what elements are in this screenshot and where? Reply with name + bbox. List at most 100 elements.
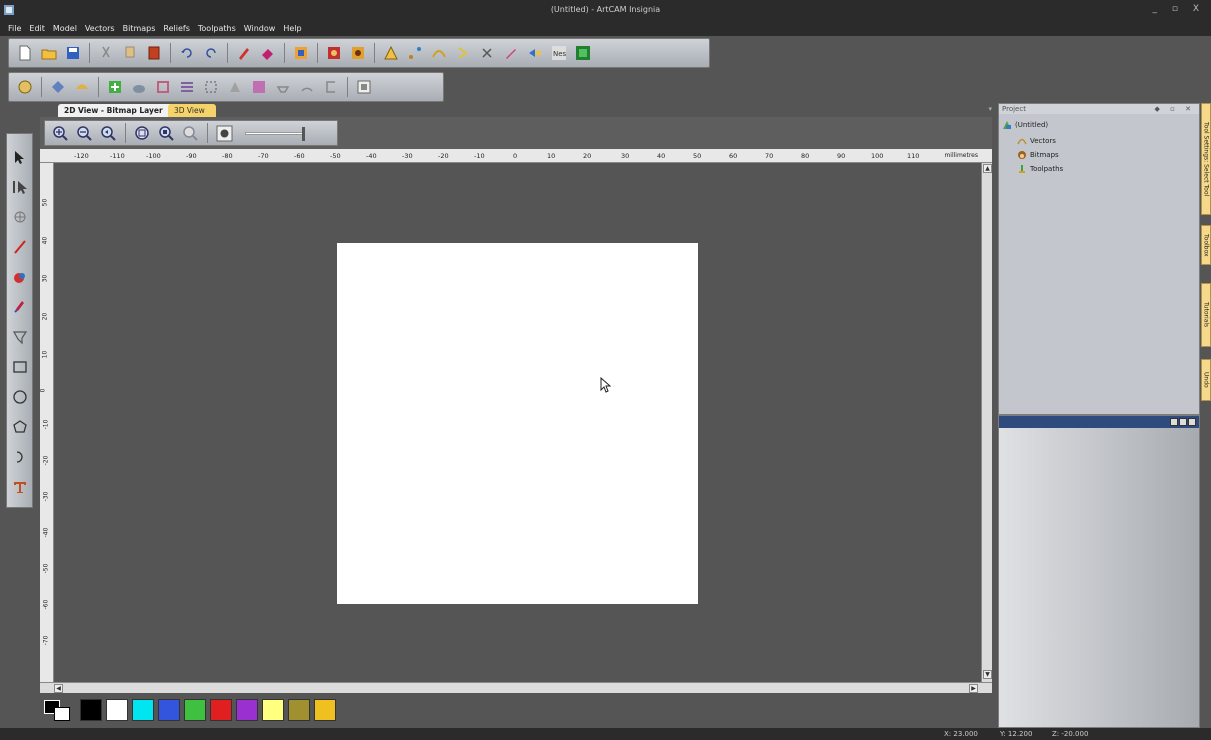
redo-button[interactable] (201, 43, 221, 63)
scroll-down-button[interactable]: ▼ (983, 670, 992, 679)
copy-button[interactable] (120, 43, 140, 63)
scroll-left-button[interactable]: ◀ (54, 684, 63, 693)
palette-swatch[interactable] (158, 699, 180, 721)
relief-tool-4-button[interactable] (105, 77, 125, 97)
wizard-button[interactable] (291, 43, 311, 63)
palette-swatch[interactable] (288, 699, 310, 721)
palette-swatch[interactable] (80, 699, 102, 721)
relief-tool-14-button[interactable] (354, 77, 374, 97)
transform-tool-button[interactable] (9, 206, 31, 228)
project-panel-buttons[interactable]: ◆ ▫ ✕ (1155, 104, 1195, 114)
relief-tool-1-button[interactable] (15, 77, 35, 97)
vector-tool-4-button[interactable] (453, 43, 473, 63)
menu-toolpaths[interactable]: Toolpaths (198, 24, 236, 33)
relief-tool-12-button[interactable] (297, 77, 317, 97)
pencil-tool-button[interactable] (234, 43, 254, 63)
side-tab-undo[interactable]: Undo (1201, 359, 1211, 401)
zoom-in-button[interactable] (51, 124, 70, 143)
relief-tool-7-button[interactable] (177, 77, 197, 97)
panel-pin-button[interactable] (1170, 418, 1178, 426)
brightness-button[interactable] (215, 124, 234, 143)
menu-bitmaps[interactable]: Bitmaps (123, 24, 156, 33)
window-controls[interactable]: _ ▫ X (1153, 4, 1206, 14)
vector-tool-2-button[interactable] (405, 43, 425, 63)
drawing-canvas[interactable] (54, 163, 981, 682)
relief-tool-13-button[interactable] (321, 77, 341, 97)
relief-tool-5-button[interactable] (129, 77, 149, 97)
zoom-out-button[interactable] (75, 124, 94, 143)
scroll-up-button[interactable]: ▲ (983, 164, 992, 173)
line-tool-button[interactable] (9, 236, 31, 258)
open-button[interactable] (39, 43, 59, 63)
paint-tool-button[interactable] (9, 266, 31, 288)
brightness-slider-thumb[interactable] (302, 126, 305, 141)
eraser-tool-button[interactable] (258, 43, 278, 63)
tree-root[interactable]: (Untitled) (1002, 120, 1048, 130)
node-edit-tool-button[interactable] (9, 176, 31, 198)
scroll-right-button[interactable]: ▶ (969, 684, 978, 693)
menu-file[interactable]: File (8, 24, 21, 33)
zoom-selection-button[interactable] (181, 124, 200, 143)
side-tab-tutorials[interactable]: Tutorials (1201, 283, 1211, 347)
brightness-slider[interactable] (245, 126, 305, 141)
vector-tool-button[interactable] (381, 43, 401, 63)
tab-3d-view[interactable]: 3D View (168, 104, 216, 117)
side-tab-tool-settings[interactable]: Tool Settings: Select Tool (1201, 103, 1211, 215)
brush-tool-button[interactable] (9, 296, 31, 318)
menu-model[interactable]: Model (53, 24, 77, 33)
palette-swatch[interactable] (236, 699, 258, 721)
relief-tool-10-button[interactable] (249, 77, 269, 97)
zoom-window-button[interactable] (157, 124, 176, 143)
text-tool-button[interactable] (9, 476, 31, 498)
polyline-tool-button[interactable] (9, 326, 31, 348)
palette-swatch[interactable] (262, 699, 284, 721)
vector-tool-5-button[interactable] (477, 43, 497, 63)
relief-tool-9-button[interactable] (225, 77, 245, 97)
vector-tool-6-button[interactable] (501, 43, 521, 63)
model-page[interactable] (337, 243, 698, 604)
undo-button[interactable] (177, 43, 197, 63)
palette-swatch[interactable] (314, 699, 336, 721)
tabs-dropdown-icon[interactable]: ▾ (988, 105, 992, 113)
palette-swatch[interactable] (132, 699, 154, 721)
vector-tool-3-button[interactable] (429, 43, 449, 63)
relief-tool-3-button[interactable] (72, 77, 92, 97)
relief-tool-8-button[interactable] (201, 77, 221, 97)
save-button[interactable] (63, 43, 83, 63)
polygon-tool-button[interactable] (9, 416, 31, 438)
rectangle-tool-button[interactable] (9, 356, 31, 378)
menu-reliefs[interactable]: Reliefs (163, 24, 189, 33)
side-tab-toolbox[interactable]: Toolbox (1201, 225, 1211, 265)
new-button[interactable] (15, 43, 35, 63)
arc-tool-button[interactable] (9, 446, 31, 468)
paste-button[interactable] (144, 43, 164, 63)
tree-item-toolpaths[interactable]: Toolpaths (1017, 164, 1063, 174)
bitmap-tool-2-button[interactable] (348, 43, 368, 63)
primary-secondary-color[interactable] (42, 698, 74, 722)
palette-swatch[interactable] (210, 699, 232, 721)
palette-swatch[interactable] (106, 699, 128, 721)
vector-tool-7-button[interactable] (525, 43, 545, 63)
horizontal-scrollbar[interactable]: ◀ ▶ (40, 682, 992, 693)
relief-tool-11-button[interactable] (273, 77, 293, 97)
menu-window[interactable]: Window (244, 24, 276, 33)
bitmap-tool-button[interactable] (324, 43, 344, 63)
tree-item-bitmaps[interactable]: Bitmaps (1017, 150, 1059, 160)
panel-close-button[interactable] (1188, 418, 1196, 426)
relief-tool-2-button[interactable] (48, 77, 68, 97)
cut-button[interactable] (96, 43, 116, 63)
zoom-fit-button[interactable] (133, 124, 152, 143)
select-tool-button[interactable] (9, 146, 31, 168)
simulation-button[interactable] (573, 43, 593, 63)
menu-edit[interactable]: Edit (29, 24, 45, 33)
nesting-button[interactable]: Nes (549, 43, 569, 63)
ellipse-tool-button[interactable] (9, 386, 31, 408)
vertical-scrollbar[interactable]: ▲ ▼ (981, 163, 992, 682)
secondary-color-swatch[interactable] (54, 707, 70, 721)
tree-item-vectors[interactable]: Vectors (1017, 136, 1056, 146)
zoom-previous-button[interactable] (99, 124, 118, 143)
panel-restore-button[interactable] (1179, 418, 1187, 426)
relief-tool-6-button[interactable] (153, 77, 173, 97)
palette-swatch[interactable] (184, 699, 206, 721)
menu-vectors[interactable]: Vectors (85, 24, 115, 33)
